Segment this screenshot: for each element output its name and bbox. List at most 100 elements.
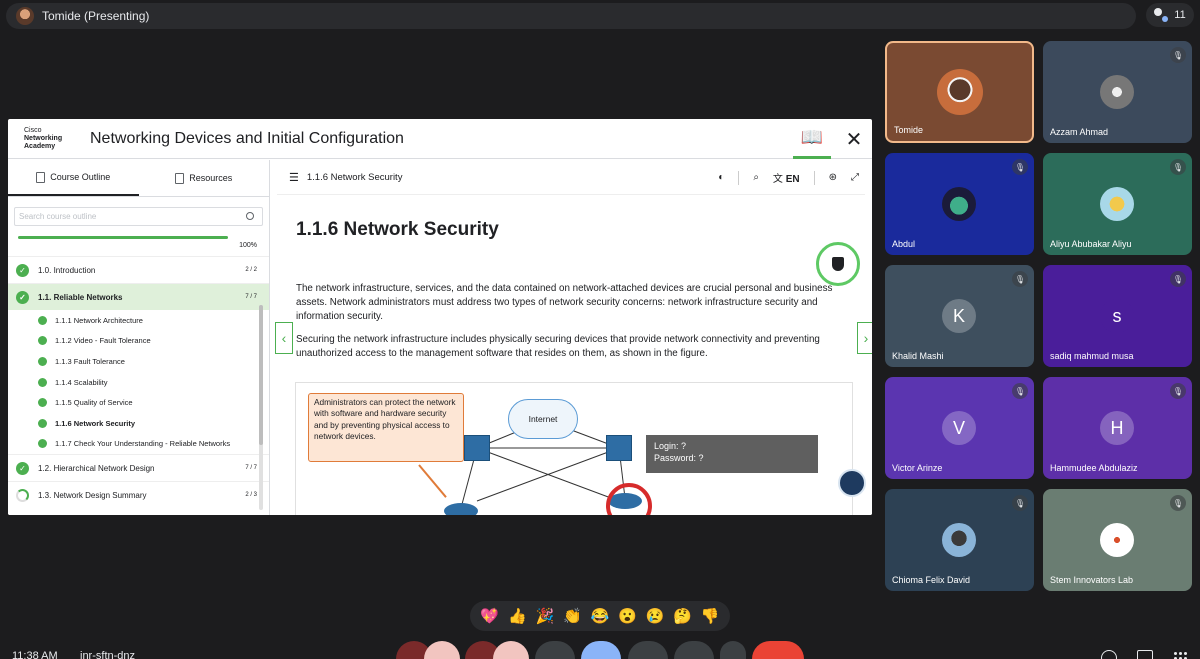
mic-off-icon: 🎙: [1012, 383, 1028, 399]
check-icon: ✓: [16, 290, 29, 304]
avatar: H: [1100, 411, 1134, 445]
end-call-button[interactable]: [752, 641, 804, 659]
presenting-banner[interactable]: Tomide (Presenting): [6, 3, 1136, 29]
participant-tile[interactable]: 🎙 Chioma Felix David: [885, 489, 1034, 591]
avatar: [942, 523, 976, 557]
participant-tile[interactable]: 🎙 Aliyu Abubakar Aliyu: [1043, 153, 1192, 255]
info-icon[interactable]: [1101, 650, 1117, 659]
mic-off-icon: 🎙: [1170, 383, 1186, 399]
reaction-sad[interactable]: 😢: [646, 607, 665, 625]
mic-off-icon: 🎙: [1012, 271, 1028, 287]
present-screen-button[interactable]: [535, 641, 575, 659]
more-options-button[interactable]: [720, 641, 746, 659]
partial-progress-icon: [16, 488, 29, 502]
sub-item-current[interactable]: 1.1.6 Network Security: [8, 413, 269, 434]
presenter-label: Tomide (Presenting): [42, 9, 150, 23]
document-icon: [175, 172, 185, 184]
internet-cloud: Internet: [508, 399, 578, 439]
reaction-heart[interactable]: 💖: [480, 607, 499, 625]
search-icon[interactable]: [246, 212, 254, 220]
sub-item[interactable]: 1.1.1 Network Architecture: [8, 310, 269, 331]
outline-item-hierarchical-design[interactable]: ✓ 1.2. Hierarchical Network Design 7 / 7: [8, 454, 269, 481]
participant-tile[interactable]: 🎙 K Khalid Mashi: [885, 265, 1034, 367]
network-security-figure: Administrators can protect the network w…: [295, 382, 853, 515]
participant-count: 11: [1174, 9, 1186, 21]
check-icon: [38, 398, 47, 408]
paragraph: Securing the network infrastructure incl…: [296, 334, 820, 359]
avatar: V: [942, 411, 976, 445]
reaction-thumbs-up[interactable]: 👍: [508, 607, 527, 625]
sub-item[interactable]: 1.1.7 Check Your Understanding - Reliabl…: [8, 434, 269, 455]
outline-search-input[interactable]: Search course outline: [14, 207, 263, 226]
camera-off-button[interactable]: [493, 641, 529, 659]
reaction-party[interactable]: 🎉: [536, 607, 555, 625]
meeting-clock: 11:38 AM: [12, 650, 58, 659]
switch-icon: [464, 435, 490, 461]
open-book-icon[interactable]: 📖: [793, 119, 831, 159]
avatar: K: [942, 299, 976, 333]
captions-button[interactable]: [628, 641, 668, 659]
avatar: [937, 69, 983, 115]
raise-hand-button[interactable]: [674, 641, 714, 659]
accessibility-icon[interactable]: ⊛: [829, 172, 837, 183]
sub-item[interactable]: 1.1.3 Fault Tolerance: [8, 351, 269, 372]
previous-page-button[interactable]: ‹: [275, 322, 293, 354]
mic-off-icon: 🎙: [1012, 495, 1028, 511]
dark-mode-icon[interactable]: ◐: [718, 172, 724, 183]
chat-assistant-icon[interactable]: [838, 469, 866, 497]
search-icon[interactable]: ⌕: [753, 172, 759, 183]
close-icon[interactable]: ✕: [836, 119, 872, 159]
tab-course-outline[interactable]: Course Outline: [8, 160, 139, 196]
mic-off-icon: 🎙: [1012, 159, 1028, 175]
outline-icon: [36, 171, 46, 183]
mic-off-icon: 🎙: [1170, 271, 1186, 287]
login-prompt: Login: ? Password: ?: [646, 435, 818, 473]
check-icon: [38, 336, 47, 346]
router-icon: [444, 503, 478, 515]
figure-callout: Administrators can protect the network w…: [308, 393, 464, 462]
chat-icon[interactable]: [1137, 650, 1153, 659]
reaction-bar: 💖 👍 🎉 👏 😂 😮 😢 🤔 👎: [470, 601, 730, 631]
participant-count-button[interactable]: 11: [1146, 3, 1194, 27]
activities-icon[interactable]: [1172, 650, 1188, 659]
lesson-toolbar: ☰ 1.1.6 Network Security ◐ ⌕ 文 EN ⊛ ⤢: [277, 160, 865, 195]
shield-icon: [816, 242, 860, 286]
participant-tile[interactable]: 🎙 s sadiq mahmud musa: [1043, 265, 1192, 367]
translate-icon[interactable]: 文 EN: [773, 170, 800, 185]
lesson-content: ☰ 1.1.6 Network Security ◐ ⌕ 文 EN ⊛ ⤢ 1.…: [271, 160, 872, 515]
participant-tile[interactable]: 🎙 H Hammudee Abdulaziz: [1043, 377, 1192, 479]
outline-scrollbar[interactable]: [259, 305, 263, 510]
mic-off-button[interactable]: [424, 641, 460, 659]
fullscreen-icon[interactable]: ⤢: [851, 172, 859, 183]
avatar: [1100, 75, 1134, 109]
reaction-surprised[interactable]: 😮: [618, 607, 637, 625]
reaction-thumbs-down[interactable]: 👎: [701, 607, 720, 625]
sub-item[interactable]: 1.1.2 Video - Fault Tolerance: [8, 331, 269, 352]
course-header: Cisco Networking Academy Networking Devi…: [8, 119, 872, 159]
sub-item[interactable]: 1.1.5 Quality of Service: [8, 392, 269, 413]
outline-item-design-summary[interactable]: 1.3. Network Design Summary 2 / 3: [8, 481, 269, 508]
next-page-button[interactable]: ›: [857, 322, 872, 354]
participant-tile[interactable]: 🎙 Abdul: [885, 153, 1034, 255]
outline-item-introduction[interactable]: ✓ 1.0. Introduction 2 / 2: [8, 256, 269, 283]
participant-tile[interactable]: Tomide: [885, 41, 1034, 143]
menu-collapse-icon[interactable]: ☰: [289, 171, 299, 184]
emoji-button[interactable]: [581, 641, 621, 659]
check-icon: [38, 356, 47, 366]
avatar: [1100, 523, 1134, 557]
participant-tile[interactable]: 🎙 Azzam Ahmad: [1043, 41, 1192, 143]
course-progress: 100%: [18, 236, 263, 250]
reaction-laugh[interactable]: 😂: [591, 607, 610, 625]
presenter-avatar: [16, 7, 34, 25]
check-icon: [38, 439, 47, 449]
outline-item-reliable-networks[interactable]: ✓ 1.1. Reliable Networks 7 / 7: [8, 283, 269, 310]
mic-off-icon: 🎙: [1170, 495, 1186, 511]
reaction-clap[interactable]: 👏: [563, 607, 582, 625]
course-outline: ✓ 1.0. Introduction 2 / 2 ✓ 1.1. Reliabl…: [8, 256, 269, 508]
reaction-thinking[interactable]: 🤔: [673, 607, 692, 625]
cisco-logo: Cisco Networking Academy: [24, 126, 63, 150]
sub-item[interactable]: 1.1.4 Scalability: [8, 372, 269, 393]
participant-tile[interactable]: 🎙 Stem Innovators Lab: [1043, 489, 1192, 591]
participant-tile[interactable]: 🎙 V Victor Arinze: [885, 377, 1034, 479]
tab-resources[interactable]: Resources: [139, 160, 270, 196]
